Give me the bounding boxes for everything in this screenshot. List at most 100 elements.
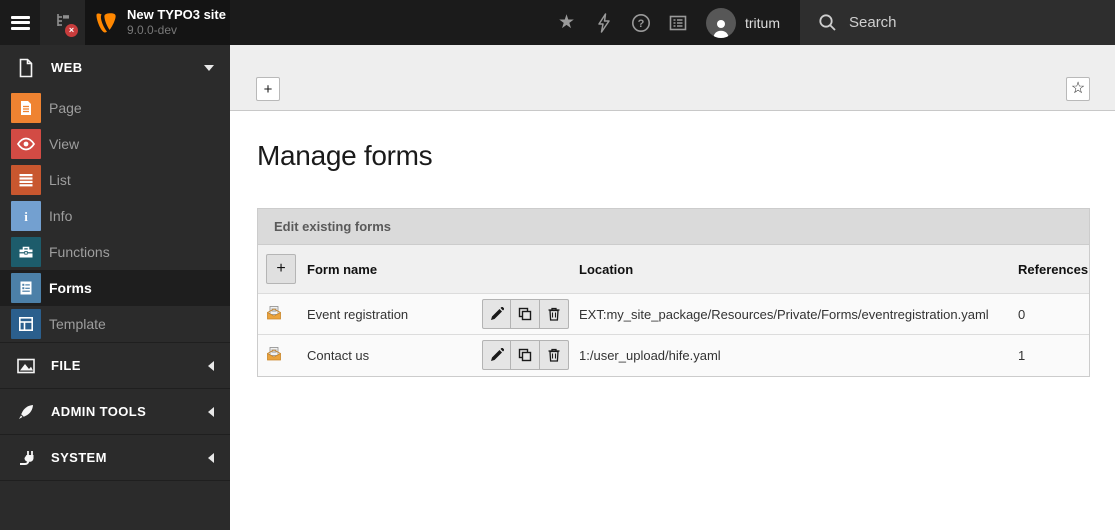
chevron-left-icon [208,452,214,463]
delete-button[interactable] [540,340,569,371]
table-row: Event registration EXT:my_site_package/R… [258,293,1089,335]
system-information-button[interactable] [659,0,696,45]
section-header-system[interactable]: SYSTEM [0,435,230,480]
bookmark-page-button[interactable]: ☆ [1066,77,1090,101]
section-file: FILE [0,343,230,389]
sidebar-item-label: List [49,172,71,188]
username-label: tritum [745,14,780,31]
trash-icon [548,349,560,362]
hamburger-icon [10,13,30,32]
duplicate-button[interactable] [511,340,540,371]
rocket-icon [16,402,36,422]
section-web: WEB Page View List i Info Functions Form… [0,45,230,343]
svg-text:i: i [24,209,28,224]
sidebar-item-label: View [49,136,80,152]
sidebar-item-label: Page [49,100,82,116]
sidebar-item-page[interactable]: Page [0,90,230,126]
form-references-cell: 1 [1018,347,1026,363]
user-icon [713,19,729,38]
copy-icon [518,307,532,321]
section-header-admin-tools[interactable]: ADMIN TOOLS [0,389,230,434]
search-input[interactable] [849,14,1089,31]
edit-button[interactable] [482,340,511,371]
chevron-left-icon [208,360,214,371]
section-label: SYSTEM [51,450,107,465]
view-module-icon [11,129,41,159]
new-form-button[interactable]: + [256,77,280,101]
sidebar-item-forms[interactable]: Forms [0,270,230,306]
form-envelope-icon [267,305,281,319]
page-title: Manage forms [257,140,433,171]
form-type-cell [258,294,299,335]
table-row: Contact us 1:/user_upload/hife.yaml 1 [258,334,1089,376]
edit-button[interactable] [482,299,511,329]
delete-button[interactable] [540,299,569,329]
form-references-cell: 0 [1018,306,1026,322]
duplicate-button[interactable] [511,299,540,329]
sidebar-item-info[interactable]: i Info [0,198,230,234]
column-header-form-name: Form name [307,261,378,277]
systeminfo-list-icon [669,15,686,30]
module-body: Manage forms Edit existing forms + Form … [230,111,1115,377]
user-menu[interactable]: tritum [696,0,800,45]
section-header-web[interactable]: WEB [0,45,230,90]
bookmark-star-icon: ★ [557,12,576,33]
functions-module-icon [11,237,41,267]
form-actions-cell [474,294,571,335]
sidebar-item-label: Functions [49,244,110,260]
list-module-icon [11,165,41,195]
section-label: ADMIN TOOLS [51,404,147,419]
form-name-cell: Contact us [307,347,370,363]
panel-heading: Edit existing forms [258,209,1089,245]
menu-toggle-button[interactable] [0,0,40,45]
clear-cache-button[interactable] [585,0,622,45]
site-version: 9.0.0-dev [127,23,178,38]
copy-icon [518,349,532,362]
page-module-icon [11,93,41,123]
template-module-icon [11,309,41,339]
form-name-cell: Event registration [307,306,409,322]
sidebar-item-label: Info [49,208,73,224]
topbar-search[interactable] [800,0,1115,45]
site-title: New TYPO3 site [127,6,226,22]
sidebar-item-template[interactable]: Template [0,306,230,342]
help-icon: ? [631,13,650,32]
chevron-down-icon [204,64,214,71]
section-admin-tools: ADMIN TOOLS [0,389,230,435]
sidebar-item-label: Forms [49,280,92,296]
add-form-button[interactable]: + [266,254,296,284]
action-button-group [482,340,569,371]
sidebar-item-functions[interactable]: Functions [0,234,230,270]
sidebar-item-list[interactable]: List [0,162,230,198]
site-logo-area[interactable]: New TYPO3 site 9.0.0-dev [85,0,230,45]
trash-icon [548,307,560,321]
module-content: + ☆ Manage forms Edit existing forms + F… [230,45,1115,530]
form-envelope-icon [267,346,281,361]
section-header-file[interactable]: FILE [0,343,230,388]
form-type-cell [258,335,299,376]
action-button-group [482,299,569,329]
forms-table: + Form name Location References Event re… [258,245,1089,376]
site-name: New TYPO3 site 9.0.0-dev [127,7,226,38]
chevron-left-icon [208,406,214,417]
topbar: × New TYPO3 site 9.0.0-dev ★ ? tritum Se… [0,0,1115,45]
info-module-icon: i [11,201,41,231]
edit-existing-forms-panel: Edit existing forms + Form name Location… [257,208,1090,377]
flush-cache-bolt-icon [597,12,610,33]
section-label: WEB [51,60,83,75]
svg-text:?: ? [637,18,644,30]
sidebar-item-label: Template [49,316,106,332]
form-location-cell: 1:/user_upload/hife.yaml [579,347,721,363]
magnifier-icon [819,14,836,31]
bookmarks-button[interactable]: ★ [548,0,585,45]
pencil-icon [490,348,504,362]
column-header-location: Location [579,261,634,277]
sidebar-item-view[interactable]: View [0,126,230,162]
section-system: SYSTEM [0,435,230,481]
module-menu: WEB Page View List i Info Functions Form… [0,45,230,530]
help-button[interactable]: ? [622,0,659,45]
pagetree-toggle-button[interactable]: × [40,0,85,45]
form-actions-cell [474,335,571,376]
section-label: FILE [51,358,81,373]
